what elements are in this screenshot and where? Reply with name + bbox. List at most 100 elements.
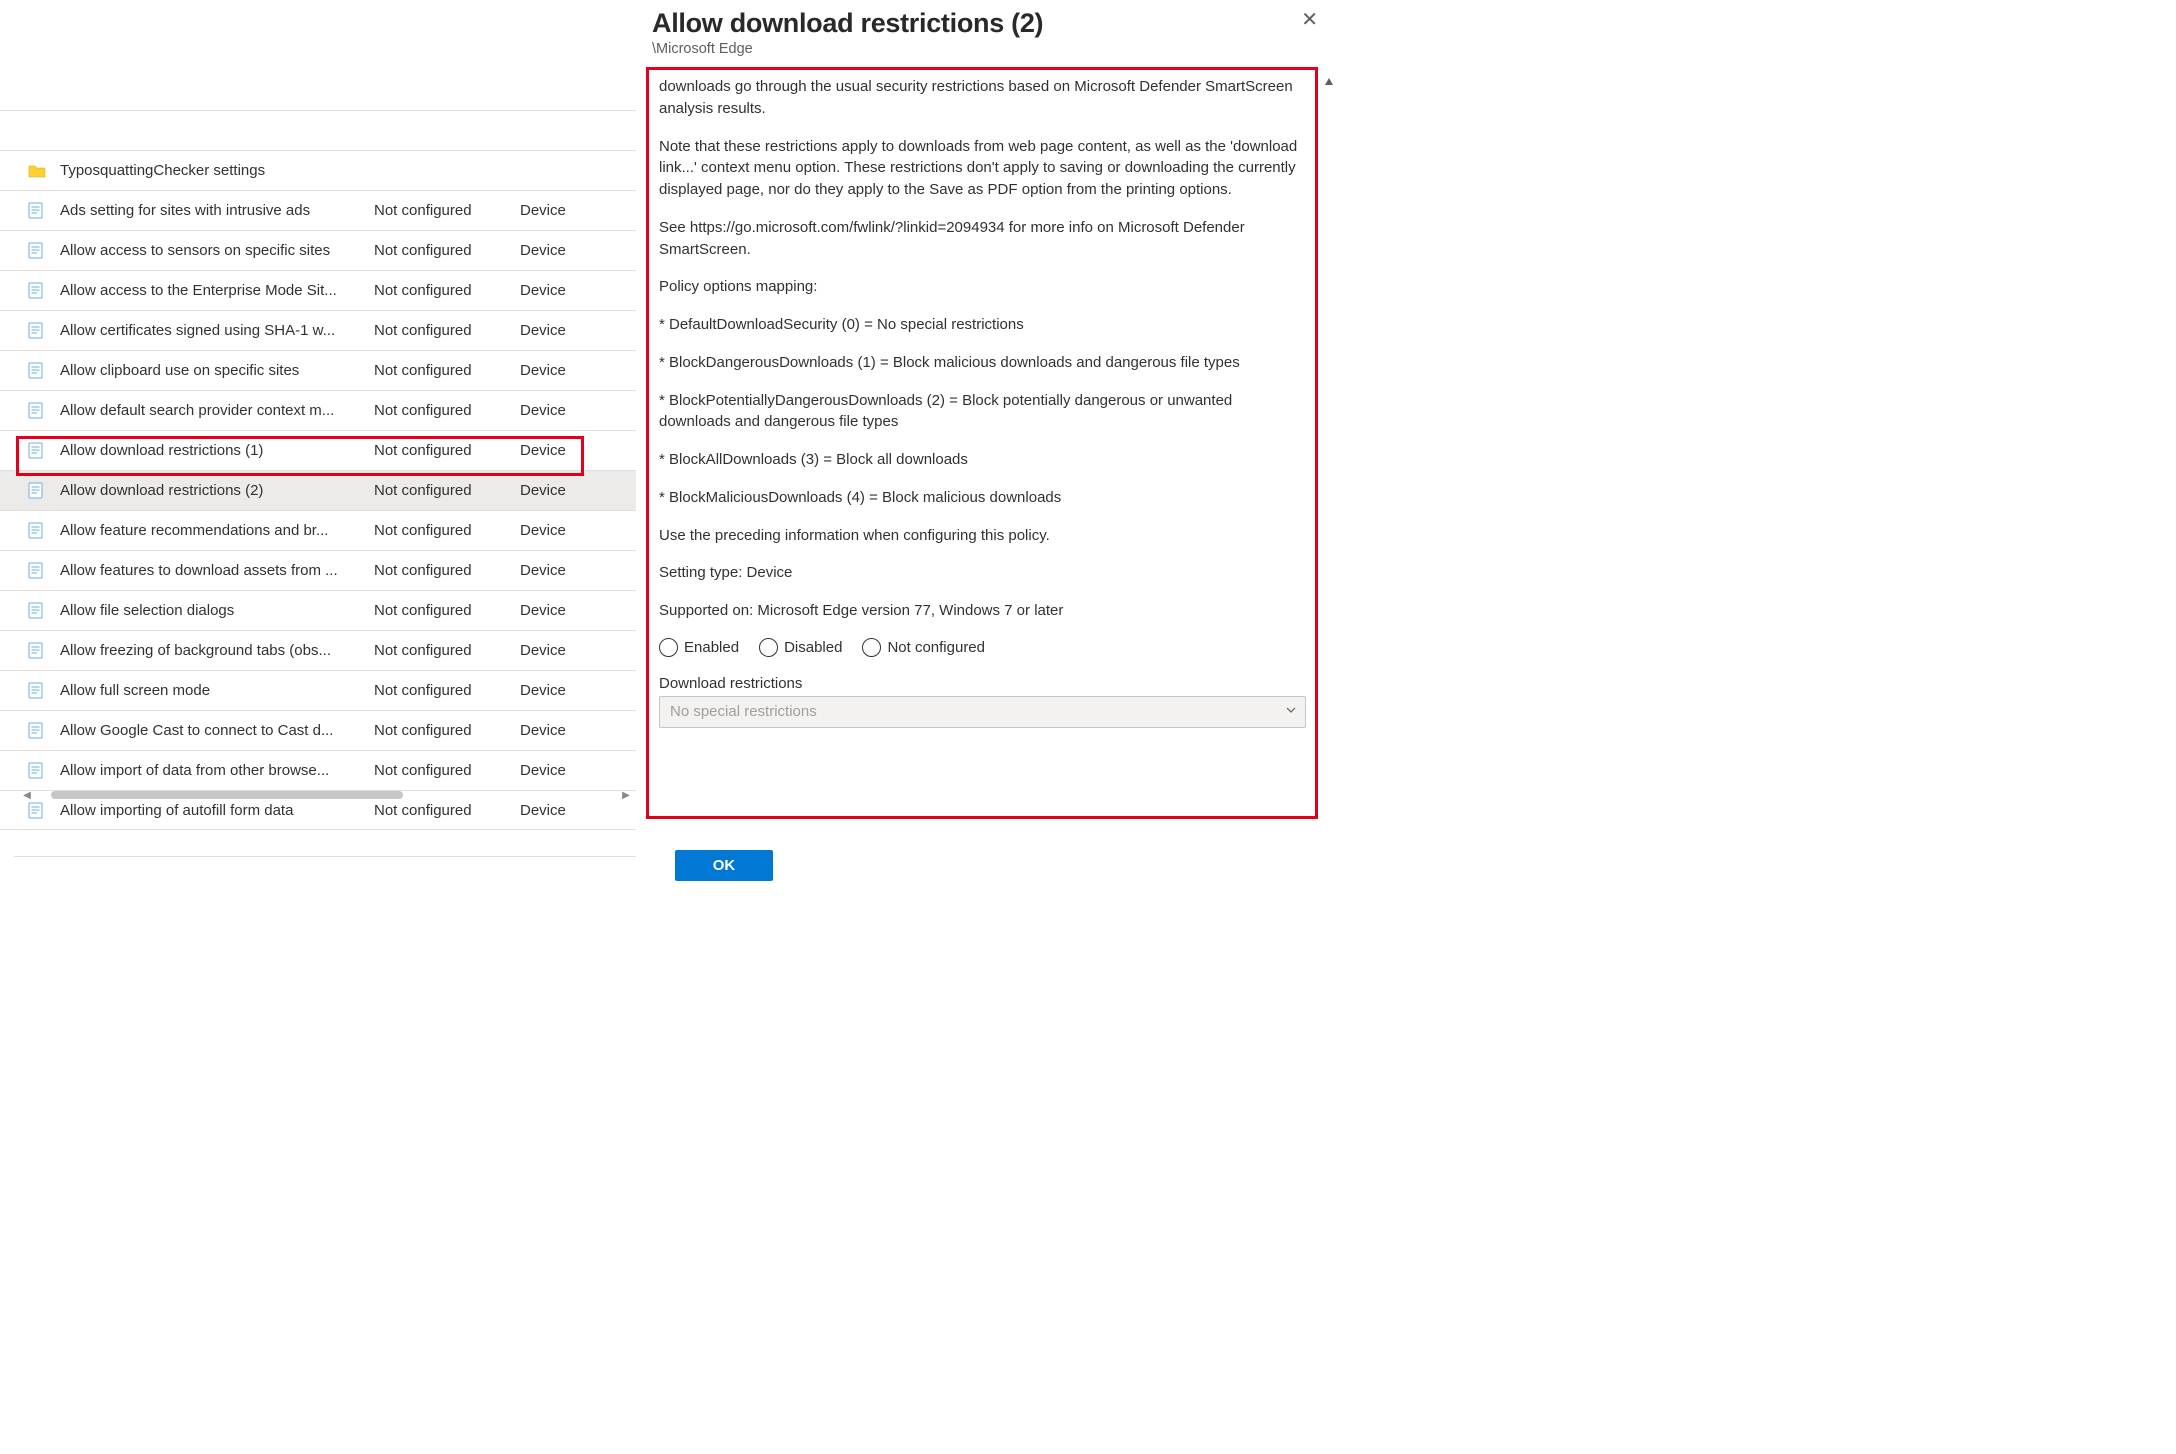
folder-icon (28, 164, 60, 178)
description-paragraph: Supported on: Microsoft Edge version 77,… (659, 600, 1305, 622)
setting-scope: Device (520, 562, 620, 579)
setting-state: Not configured (374, 682, 520, 699)
table-row[interactable]: Allow file selection dialogsNot configur… (0, 590, 636, 630)
setting-name: Allow freezing of background tabs (obs..… (60, 642, 374, 659)
settings-list: TyposquattingChecker settingsAds setting… (0, 110, 636, 830)
description-paragraph: * BlockMaliciousDownloads (4) = Block ma… (659, 487, 1305, 509)
setting-state: Not configured (374, 522, 520, 539)
setting-scope: Device (520, 762, 620, 779)
table-row[interactable]: TyposquattingChecker settings (0, 150, 636, 190)
description-paragraph: Setting type: Device (659, 562, 1305, 584)
description-paragraph: Policy options mapping: (659, 276, 1305, 298)
setting-state: Not configured (374, 802, 520, 819)
dropdown-label: Download restrictions (659, 675, 1305, 692)
radio-not-configured[interactable]: Not configured (862, 638, 985, 657)
breadcrumb: \Microsoft Edge (652, 41, 1324, 57)
description-paragraph: * DefaultDownloadSecurity (0) = No speci… (659, 314, 1305, 336)
scrollbar-track[interactable] (33, 790, 620, 800)
scroll-left-arrow[interactable]: ◀ (21, 790, 33, 801)
table-row[interactable]: Allow certificates signed using SHA-1 w.… (0, 310, 636, 350)
radio-icon (759, 638, 778, 657)
panel-title: Allow download restrictions (2) (652, 8, 1043, 39)
table-row[interactable]: Allow access to sensors on specific site… (0, 230, 636, 270)
setting-name: Allow download restrictions (2) (60, 482, 374, 499)
download-restrictions-dropdown[interactable]: No special restrictions (659, 696, 1306, 728)
setting-scope: Device (520, 442, 620, 459)
setting-state: Not configured (374, 362, 520, 379)
scrollbar-thumb[interactable] (51, 791, 403, 799)
description-paragraph: downloads go through the usual security … (659, 76, 1305, 120)
setting-state: Not configured (374, 202, 520, 219)
setting-scope: Device (520, 482, 620, 499)
table-row[interactable]: Allow default search provider context m.… (0, 390, 636, 430)
table-row[interactable]: Allow download restrictions (2)Not confi… (0, 470, 636, 510)
radio-disabled[interactable]: Disabled (759, 638, 842, 657)
document-icon (28, 642, 60, 659)
table-row[interactable]: Allow Google Cast to connect to Cast d..… (0, 710, 636, 750)
document-icon (28, 482, 60, 499)
setting-state: Not configured (374, 562, 520, 579)
setting-name: Allow features to download assets from .… (60, 562, 374, 579)
setting-scope: Device (520, 602, 620, 619)
table-row[interactable]: Allow import of data from other browse..… (0, 750, 636, 790)
document-icon (28, 802, 60, 819)
table-row[interactable]: Allow features to download assets from .… (0, 550, 636, 590)
scroll-right-arrow[interactable]: ▶ (620, 790, 632, 801)
table-row[interactable]: Allow freezing of background tabs (obs..… (0, 630, 636, 670)
setting-scope: Device (520, 722, 620, 739)
setting-state: Not configured (374, 322, 520, 339)
document-icon (28, 242, 60, 259)
details-body-highlight: downloads go through the usual security … (646, 67, 1318, 819)
close-button[interactable]: ✕ (1295, 8, 1324, 32)
setting-name: Allow certificates signed using SHA-1 w.… (60, 322, 374, 339)
setting-scope: Device (520, 682, 620, 699)
close-icon: ✕ (1301, 9, 1318, 31)
radio-label: Not configured (887, 639, 985, 656)
document-icon (28, 362, 60, 379)
radio-icon (862, 638, 881, 657)
chevron-down-icon (1285, 703, 1297, 720)
document-icon (28, 282, 60, 299)
setting-state: Not configured (374, 602, 520, 619)
setting-scope: Device (520, 402, 620, 419)
document-icon (28, 202, 60, 219)
setting-scope: Device (520, 642, 620, 659)
setting-name: Allow clipboard use on specific sites (60, 362, 374, 379)
table-row[interactable]: Allow download restrictions (1)Not confi… (0, 430, 636, 470)
document-icon (28, 722, 60, 739)
ok-button[interactable]: OK (675, 850, 773, 881)
setting-state: Not configured (374, 242, 520, 259)
state-radio-group: Enabled Disabled Not configured (659, 638, 1305, 657)
description-paragraph: * BlockDangerousDownloads (1) = Block ma… (659, 352, 1305, 374)
setting-name: Allow feature recommendations and br... (60, 522, 374, 539)
setting-state: Not configured (374, 402, 520, 419)
horizontal-scrollbar[interactable]: ◀ ▶ (21, 789, 632, 801)
setting-state: Not configured (374, 282, 520, 299)
setting-scope: Device (520, 522, 620, 539)
table-row[interactable]: Allow access to the Enterprise Mode Sit.… (0, 270, 636, 310)
document-icon (28, 322, 60, 339)
table-row[interactable]: Ads setting for sites with intrusive ads… (0, 190, 636, 230)
description-paragraph: * BlockPotentiallyDangerousDownloads (2)… (659, 390, 1305, 434)
document-icon (28, 402, 60, 419)
table-row[interactable]: Allow feature recommendations and br...N… (0, 510, 636, 550)
table-row[interactable]: Allow full screen modeNot configuredDevi… (0, 670, 636, 710)
setting-name: Allow importing of autofill form data (60, 802, 374, 819)
vertical-scroll-indicator[interactable] (1323, 76, 1335, 463)
document-icon (28, 522, 60, 539)
setting-name: Allow full screen mode (60, 682, 374, 699)
description-paragraph: * BlockAllDownloads (3) = Block all down… (659, 449, 1305, 471)
radio-label: Disabled (784, 639, 842, 656)
setting-name: Allow download restrictions (1) (60, 442, 374, 459)
setting-state: Not configured (374, 482, 520, 499)
radio-enabled[interactable]: Enabled (659, 638, 739, 657)
description-paragraph: Use the preceding information when confi… (659, 525, 1305, 547)
setting-name: Allow access to sensors on specific site… (60, 242, 374, 259)
setting-scope: Device (520, 242, 620, 259)
setting-scope: Device (520, 282, 620, 299)
setting-state: Not configured (374, 722, 520, 739)
description-paragraph: See https://go.microsoft.com/fwlink/?lin… (659, 217, 1305, 261)
setting-state: Not configured (374, 642, 520, 659)
table-row[interactable]: Allow clipboard use on specific sitesNot… (0, 350, 636, 390)
setting-scope: Device (520, 322, 620, 339)
